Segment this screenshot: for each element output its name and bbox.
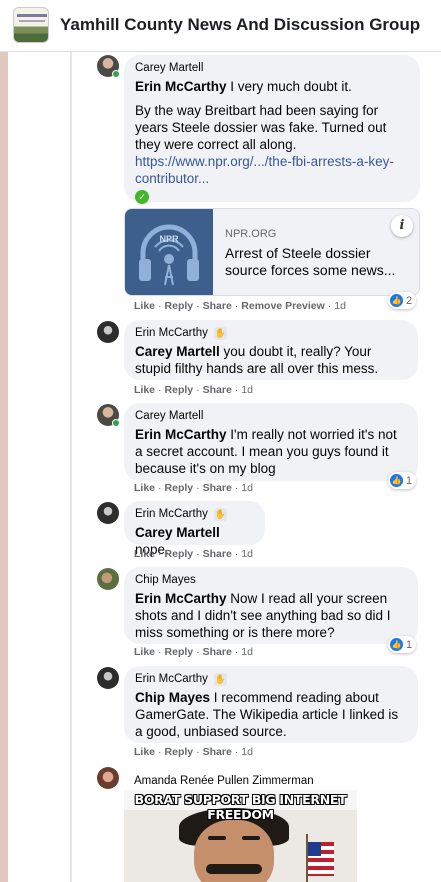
comment-actions: Like · Reply · Share · 1d [134, 482, 253, 494]
like-button[interactable]: Like [134, 482, 155, 494]
reaction-count[interactable]: 👍 1 [388, 472, 417, 489]
reaction-count-value: 1 [406, 638, 413, 651]
group-avatar-text-line [19, 20, 45, 22]
mention-link[interactable]: Chip Mayes [135, 690, 210, 705]
wave-icon: ✋ [213, 326, 227, 340]
reaction-count-value: 1 [406, 474, 413, 487]
like-button[interactable]: Like [134, 548, 155, 560]
comment-bubble: Erin McCarthy ✋ Carey Martell nope. [124, 501, 265, 557]
reaction-count[interactable]: 👍 1 [388, 636, 417, 653]
mention-link[interactable]: Carey Martell [135, 525, 220, 540]
comment-timestamp[interactable]: 1d [241, 548, 253, 560]
reply-button[interactable]: Reply [165, 384, 194, 396]
group-avatar[interactable] [13, 7, 49, 43]
meme-eyebrow [242, 836, 260, 840]
comment-timestamp[interactable]: 1d [241, 646, 253, 658]
us-flag-icon [308, 842, 334, 876]
comment-author[interactable]: Carey Martell [135, 410, 203, 422]
avatar[interactable] [97, 502, 119, 524]
meme-eyebrow [208, 836, 226, 840]
like-icon: 👍 [390, 294, 403, 307]
comment-author[interactable]: Chip Mayes [135, 574, 196, 586]
comment-text: Erin McCarthy I very much doubt it. [135, 78, 409, 95]
comment-bubble: Erin McCarthy ✋ Chip Mayes I recommend r… [124, 666, 418, 743]
comment-author[interactable]: Erin McCarthy [135, 508, 208, 520]
like-button[interactable]: Like [134, 384, 155, 396]
comment-text-body: I very much doubt it. [226, 79, 352, 94]
share-button[interactable]: Share [203, 384, 232, 396]
comment-bubble: Carey Martell Erin McCarthy I'm really n… [124, 403, 418, 481]
comment-link[interactable]: https://www.npr.org/.../the-fbi-arrests-… [135, 153, 409, 187]
comment-text: Erin McCarthy Now I read all your screen… [135, 590, 407, 641]
mention-link[interactable]: Erin McCarthy [135, 427, 227, 442]
comment-author[interactable]: Amanda Renée Pullen Zimmerman [134, 775, 314, 787]
reply-button[interactable]: Reply [165, 300, 194, 312]
share-button[interactable]: Share [203, 746, 232, 758]
online-status-dot [112, 70, 120, 78]
share-button[interactable]: Share [203, 646, 232, 658]
meme-mustache [206, 864, 262, 874]
mention-link[interactable]: Erin McCarthy [135, 79, 227, 94]
like-icon: 👍 [390, 638, 403, 651]
wave-icon: ✋ [213, 672, 227, 686]
reply-button[interactable]: Reply [165, 482, 194, 494]
online-status-dot [112, 419, 120, 427]
reaction-count-value: 2 [406, 294, 413, 307]
comment-actions: Like · Reply · Share · 1d [134, 384, 253, 396]
thread-line [70, 52, 72, 882]
link-source: NPR.ORG [225, 228, 277, 240]
link-preview-card[interactable]: NPR NPR.ORG Arrest of Steele dossier sou… [124, 208, 420, 296]
share-button[interactable]: Share [203, 300, 232, 312]
comment-text: Chip Mayes I recommend reading about Gam… [135, 689, 407, 740]
info-icon[interactable]: i [391, 215, 413, 237]
comment-bubble: Erin McCarthy ✋ Carey Martell you doubt … [124, 320, 418, 380]
npr-label: NPR [159, 234, 179, 244]
reply-button[interactable]: Reply [165, 548, 194, 560]
meme-caption: BORAT SUPPORT BIG INTERNET FREEDOM [134, 792, 347, 822]
reaction-count[interactable]: 👍 2 [388, 292, 417, 309]
comment-paragraph: By the way Breitbart had been saying for… [135, 103, 387, 152]
comment-timestamp[interactable]: 1d [334, 300, 346, 312]
comment-text: Carey Martell you doubt it, really? Your… [135, 343, 407, 377]
comment-actions: Like · Reply · Share · 1d [134, 548, 253, 560]
meme-image[interactable]: BORAT SUPPORT BIG INTERNET FREEDOM [124, 790, 357, 882]
comment-author[interactable]: Carey Martell [135, 62, 203, 74]
wave-icon: ✋ [213, 507, 227, 521]
remove-preview-button[interactable]: Remove Preview [241, 300, 324, 312]
comment-timestamp[interactable]: 1d [241, 746, 253, 758]
group-title[interactable]: Yamhill County News And Discussion Group [60, 15, 420, 35]
link-title[interactable]: Arrest of Steele dossier source forces s… [225, 245, 413, 279]
left-rail [0, 52, 8, 882]
reply-button[interactable]: Reply [165, 646, 194, 658]
mention-link[interactable]: Carey Martell [135, 344, 220, 359]
group-header: Yamhill County News And Discussion Group [0, 0, 441, 52]
avatar[interactable] [97, 568, 119, 590]
check-icon: ✓ [135, 190, 149, 204]
comment-timestamp[interactable]: 1d [241, 482, 253, 494]
comment-actions: Like · Reply · Share · 1d [134, 646, 253, 658]
comment-actions: Like · Reply · Share · 1d [134, 746, 253, 758]
comment-bubble: Chip Mayes Erin McCarthy Now I read all … [124, 567, 418, 644]
like-button[interactable]: Like [134, 646, 155, 658]
headphones-icon: NPR [139, 224, 199, 286]
comment-actions: Like · Reply · Share · Remove Preview · 1d [134, 300, 346, 312]
comment-author[interactable]: Erin McCarthy [135, 673, 208, 685]
comment-author[interactable]: Erin McCarthy [135, 327, 208, 339]
npr-thumbnail: NPR [125, 209, 213, 295]
group-avatar-text-line [17, 14, 47, 17]
share-button[interactable]: Share [203, 548, 232, 560]
comment-text: Erin McCarthy I'm really not worried it'… [135, 426, 407, 477]
avatar[interactable] [97, 321, 119, 343]
avatar[interactable] [97, 667, 119, 689]
share-button[interactable]: Share [203, 482, 232, 494]
avatar[interactable] [97, 767, 119, 789]
reply-button[interactable]: Reply [165, 746, 194, 758]
comment-timestamp[interactable]: 1d [241, 384, 253, 396]
comment-header: Amanda Renée Pullen Zimmerman [134, 771, 314, 789]
like-button[interactable]: Like [134, 300, 155, 312]
like-button[interactable]: Like [134, 746, 155, 758]
comment-bubble: Carey Martell Erin McCarthy I very much … [124, 55, 420, 204]
like-icon: 👍 [390, 474, 403, 487]
mention-link[interactable]: Erin McCarthy [135, 591, 227, 606]
